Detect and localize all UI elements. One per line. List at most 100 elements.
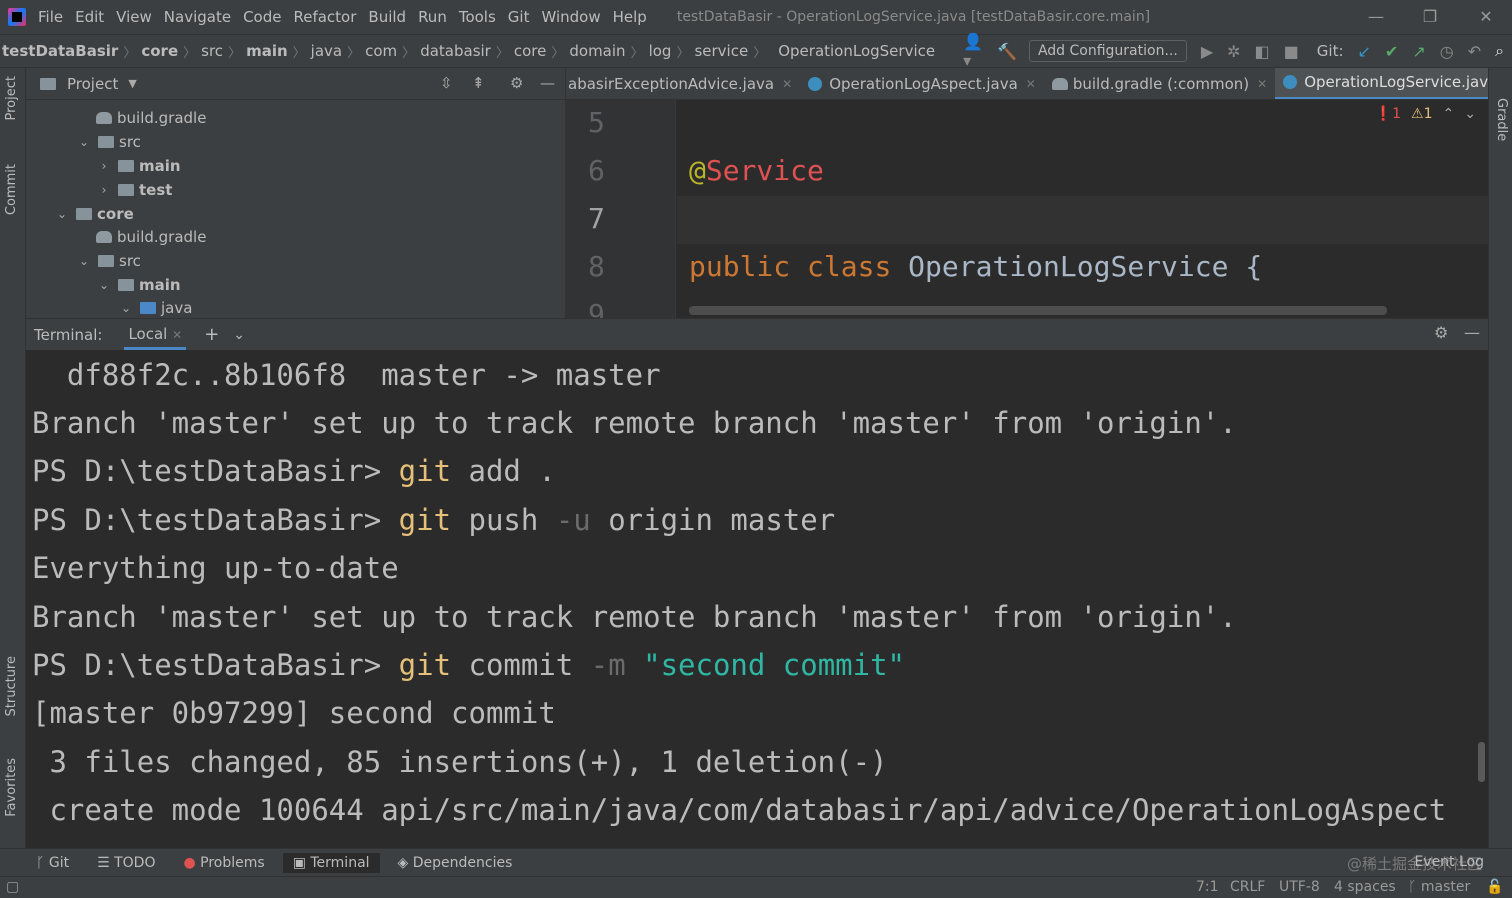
search-icon[interactable]: ⌕ — [1495, 41, 1504, 61]
tab-build-gradle-common[interactable]: build.gradle (:common) ✕ — [1044, 68, 1275, 99]
terminal-output[interactable]: df88f2c..8b106f8 master -> master Branch… — [26, 350, 1488, 848]
tab-exception-advice[interactable]: abasirExceptionAdvice.java ✕ — [566, 68, 800, 99]
caret-position[interactable]: 7:1 — [1196, 879, 1219, 895]
breadcrumb-service[interactable]: service — [694, 42, 748, 60]
menu-git[interactable]: Git — [508, 8, 530, 26]
tree-item-build-gradle[interactable]: build.gradle — [96, 225, 206, 249]
menu-tools[interactable]: Tools — [459, 8, 496, 26]
structure-tool-tab[interactable]: Structure — [4, 656, 19, 716]
horizontal-scrollbar[interactable] — [689, 306, 1387, 315]
indent-setting[interactable]: 4 spaces — [1334, 879, 1396, 895]
run-icon[interactable]: ▶ — [1201, 42, 1213, 61]
add-configuration-button[interactable]: Add Configuration... — [1028, 40, 1187, 62]
git-push-icon[interactable]: ↗ — [1412, 42, 1425, 61]
hide-panel-icon[interactable]: — — [1464, 323, 1480, 342]
menu-help[interactable]: Help — [613, 8, 647, 26]
commit-tool-tab[interactable]: Commit — [4, 164, 19, 215]
chevron-down-icon[interactable]: ⌄ — [76, 254, 92, 268]
breadcrumb-domain[interactable]: domain — [569, 42, 625, 60]
collapse-all-icon[interactable]: ⇞ — [472, 74, 485, 92]
tool-tab-todo[interactable]: ☰ TODO — [87, 853, 165, 873]
breadcrumb-class[interactable]: OperationLogService — [778, 42, 935, 60]
line-separator[interactable]: CRLF — [1230, 879, 1265, 895]
close-icon[interactable]: ✕ — [1257, 77, 1267, 91]
rollback-icon[interactable]: ↶ — [1468, 42, 1481, 61]
expand-all-icon[interactable]: ⇳ — [440, 74, 453, 92]
warning-count[interactable]: ⚠1 — [1411, 106, 1432, 122]
user-icon[interactable]: 👤▾ — [963, 32, 983, 70]
coverage-icon[interactable]: ◧ — [1255, 42, 1270, 61]
debug-icon[interactable]: ✲ — [1227, 42, 1240, 61]
chevron-down-icon[interactable]: ▼ — [128, 77, 136, 90]
tool-tab-problems[interactable]: ● Problems — [173, 853, 274, 873]
breadcrumb-databasir[interactable]: databasir — [420, 42, 491, 60]
gear-icon[interactable]: ⚙ — [510, 74, 523, 92]
menu-edit[interactable]: Edit — [75, 8, 104, 26]
favorites-tool-tab[interactable]: Favorites — [4, 758, 19, 817]
tree-item-main[interactable]: › main — [96, 154, 181, 178]
close-icon[interactable]: ✕ — [1026, 77, 1036, 91]
build-hammer-icon[interactable]: 🔨 — [997, 42, 1017, 61]
panel-toggle-icon[interactable]: ▢ — [6, 879, 19, 895]
git-commit-icon[interactable]: ✔ — [1385, 42, 1398, 61]
menu-run[interactable]: Run — [418, 8, 447, 26]
chevron-down-icon[interactable]: ⌄ — [54, 207, 70, 221]
menu-view[interactable]: View — [116, 8, 152, 26]
tree-item-java[interactable]: ⌄ java — [118, 296, 192, 318]
chevron-up-icon[interactable]: ⌃ — [1443, 106, 1455, 122]
tree-item-core[interactable]: ⌄ core — [54, 202, 134, 226]
terminal-scrollbar[interactable] — [1478, 742, 1485, 782]
history-icon[interactable]: ◷ — [1440, 42, 1454, 61]
tool-tab-dependencies[interactable]: ◈ Dependencies — [388, 853, 523, 873]
breadcrumb-src[interactable]: src — [201, 42, 223, 60]
chevron-down-icon[interactable]: ⌄ — [118, 301, 134, 315]
file-encoding[interactable]: UTF-8 — [1279, 879, 1320, 895]
inspection-widget[interactable]: ❗1 ⚠1 ⌃ ⌄ — [1375, 106, 1476, 122]
breadcrumb-java[interactable]: java — [311, 42, 342, 60]
chevron-down-icon[interactable]: ⌄ — [76, 135, 92, 149]
git-branch-widget[interactable]: ᚴ master — [1408, 879, 1470, 895]
tab-operation-log-aspect[interactable]: OperationLogAspect.java ✕ — [800, 68, 1044, 99]
menu-file[interactable]: File — [38, 8, 63, 26]
menu-code[interactable]: Code — [243, 8, 281, 26]
new-terminal-icon[interactable]: + — [204, 324, 219, 345]
menu-navigate[interactable]: Navigate — [164, 8, 231, 26]
lock-icon[interactable]: 🔓 — [1486, 879, 1503, 895]
breadcrumb-project[interactable]: testDataBasir — [2, 42, 118, 60]
restore-icon[interactable]: ❐ — [1416, 6, 1444, 28]
gradle-tool-tab[interactable]: Gradle — [1494, 98, 1509, 141]
close-icon[interactable]: ✕ — [782, 77, 792, 91]
event-log-button[interactable]: Event Log — [1414, 854, 1484, 870]
menu-refactor[interactable]: Refactor — [293, 8, 356, 26]
project-view-selector[interactable]: Project — [67, 75, 118, 93]
project-tool-tab[interactable]: Project — [4, 76, 19, 120]
tree-item-src[interactable]: ⌄ src — [76, 130, 141, 154]
hide-panel-icon[interactable]: — — [540, 74, 555, 92]
chevron-right-icon[interactable]: › — [96, 159, 112, 173]
error-count[interactable]: ❗1 — [1375, 106, 1401, 122]
close-icon[interactable]: ✕ — [172, 328, 182, 342]
breadcrumb-core[interactable]: core — [514, 42, 547, 60]
tree-item-src[interactable]: ⌄ src — [76, 249, 141, 273]
tab-operation-log-service[interactable]: OperationLogService.java ✕ — [1275, 68, 1488, 99]
breadcrumb-log[interactable]: log — [649, 42, 672, 60]
chevron-down-icon[interactable]: ⌄ — [96, 278, 112, 292]
chevron-down-icon[interactable]: ⌄ — [233, 327, 245, 343]
tree-item-main[interactable]: ⌄ main — [96, 273, 181, 297]
close-icon[interactable]: ✕ — [1472, 6, 1500, 28]
chevron-down-icon[interactable]: ⌄ — [1464, 106, 1476, 122]
chevron-right-icon[interactable]: › — [96, 183, 112, 197]
tool-tab-git[interactable]: ᚴ Git — [26, 853, 79, 873]
git-update-icon[interactable]: ↙ — [1358, 42, 1371, 61]
breadcrumb-main[interactable]: main — [246, 42, 288, 60]
code-editor[interactable]: @Service public class OperationLogServic… — [677, 100, 1488, 318]
terminal-tab-local[interactable]: Local ✕ — [124, 325, 187, 350]
menu-window[interactable]: Window — [541, 8, 600, 26]
tree-item-test[interactable]: › test — [96, 178, 173, 202]
gear-icon[interactable]: ⚙ — [1434, 323, 1448, 342]
breadcrumb-com[interactable]: com — [365, 42, 397, 60]
tool-tab-terminal[interactable]: ▣ Terminal — [282, 852, 380, 873]
menu-build[interactable]: Build — [368, 8, 406, 26]
breadcrumb-module[interactable]: core — [141, 42, 178, 60]
tree-item-build-gradle[interactable]: build.gradle — [96, 106, 206, 130]
